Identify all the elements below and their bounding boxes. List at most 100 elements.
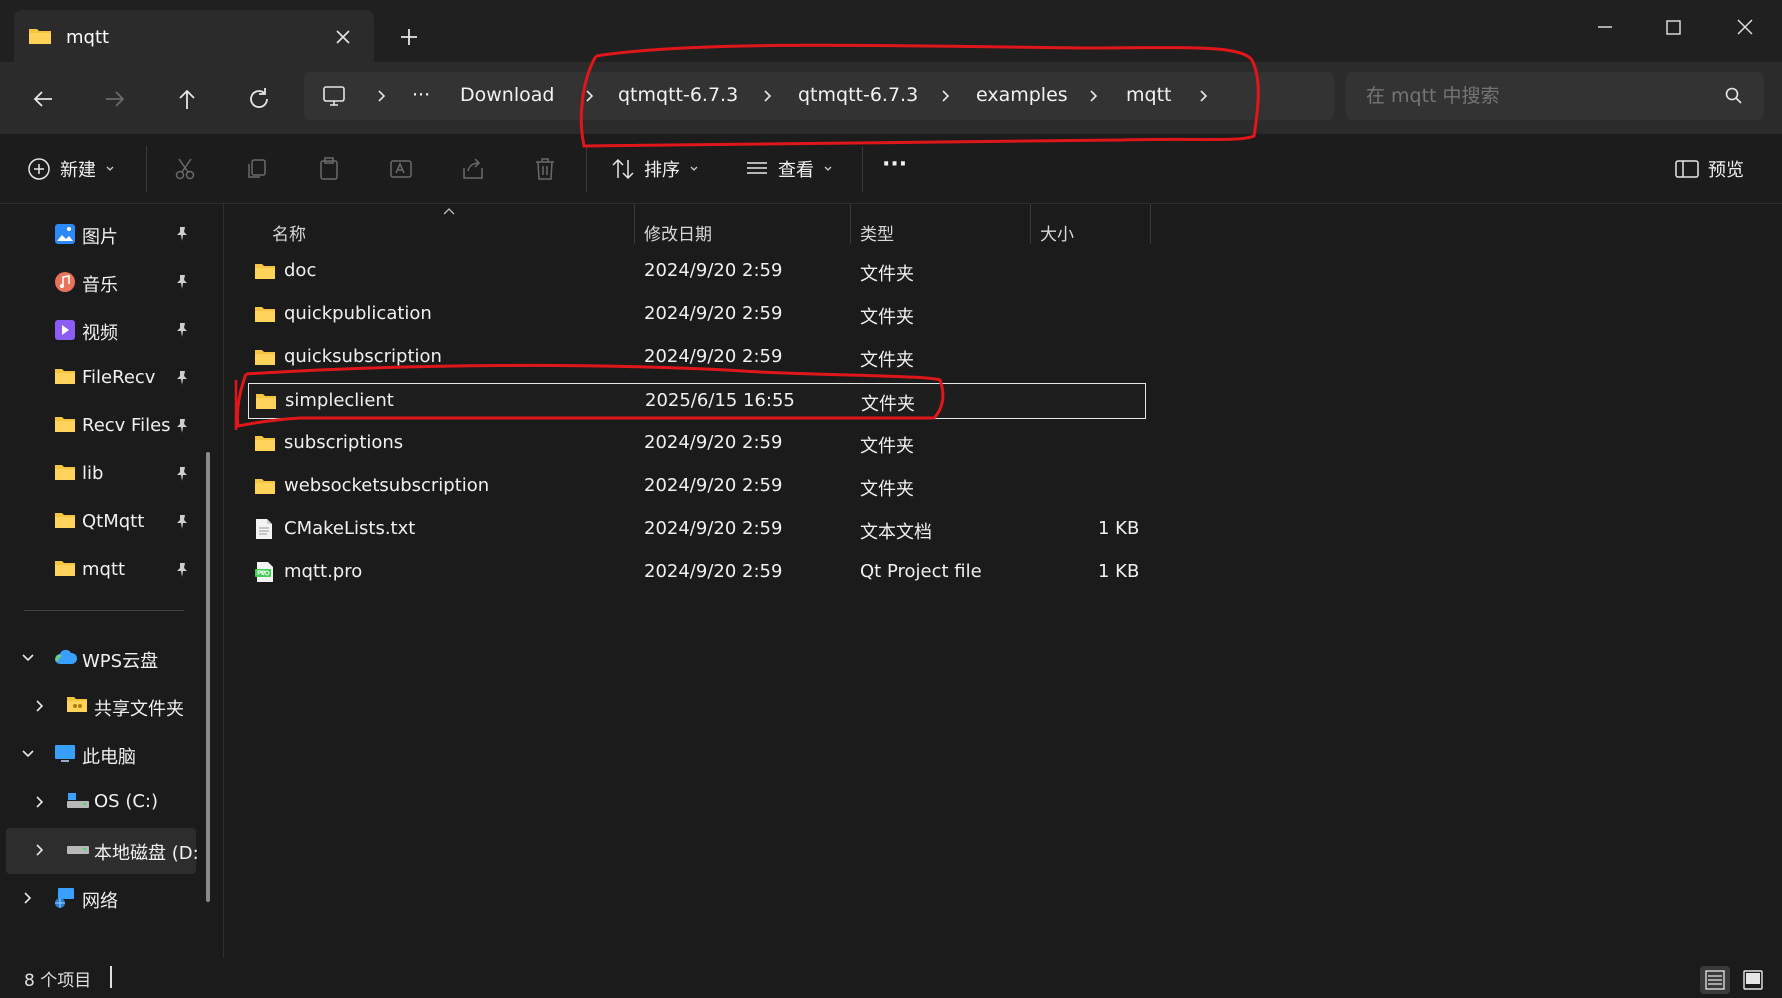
file-size: 1 KB xyxy=(1098,518,1140,539)
sidebar-item-qtmqtt[interactable]: QtMqtt xyxy=(6,500,196,544)
address-bar[interactable]: ··· Download qtmqtt-6.7.3 qtmqtt-6.7.3 e… xyxy=(304,72,1334,120)
preview-label: 预览 xyxy=(1708,160,1744,181)
search-input[interactable] xyxy=(1366,82,1706,110)
column-header-type[interactable]: 类型 xyxy=(860,212,894,250)
sidebar-item-recv-files[interactable]: Recv Files xyxy=(6,404,196,448)
maximize-icon[interactable] xyxy=(1658,12,1688,42)
sort-label: 排序 xyxy=(644,160,680,181)
sidebar-item-videos[interactable]: 视频 xyxy=(6,308,196,352)
sidebar-item-shared-folder[interactable]: 共享文件夹 xyxy=(6,684,196,728)
folder-icon xyxy=(254,348,276,366)
breadcrumb-mqtt[interactable]: mqtt xyxy=(1126,84,1171,106)
forward-icon[interactable] xyxy=(100,84,130,114)
sidebar-item-music[interactable]: 音乐 xyxy=(6,260,196,304)
sidebar-item-filerecv[interactable]: FileRecv xyxy=(6,356,196,400)
sidebar-item-network[interactable]: 网络 xyxy=(6,876,196,920)
sidebar-label: 音乐 xyxy=(82,275,118,296)
sidebar-item-mqtt[interactable]: mqtt xyxy=(6,548,196,592)
view-button[interactable]: 查看 xyxy=(744,156,834,182)
new-tab-button[interactable] xyxy=(396,24,422,50)
rename-icon[interactable] xyxy=(388,156,414,182)
search-box[interactable] xyxy=(1346,72,1764,120)
table-row[interactable]: quickpublication 2024/9/20 2:59 文件夹 xyxy=(248,297,1146,333)
more-options-button[interactable]: ··· xyxy=(882,152,907,177)
sidebar-label: mqtt xyxy=(82,559,126,580)
share-icon[interactable] xyxy=(460,156,486,182)
refresh-icon[interactable] xyxy=(244,84,274,114)
view-label: 查看 xyxy=(778,160,814,181)
sidebar-item-wps-cloud[interactable]: WPS云盘 xyxy=(6,636,196,680)
chevron-right-icon[interactable] xyxy=(32,794,48,810)
table-row[interactable]: doc 2024/9/20 2:59 文件夹 xyxy=(248,254,1146,290)
drive-icon xyxy=(66,843,90,857)
window-close-icon[interactable] xyxy=(1730,12,1760,42)
text-file-icon xyxy=(254,518,274,540)
breadcrumb-download[interactable]: Download xyxy=(460,84,554,106)
tab-mqtt[interactable]: mqtt xyxy=(14,10,374,62)
chevron-right-icon[interactable] xyxy=(32,842,48,858)
breadcrumb-qtmqtt-1[interactable]: qtmqtt-6.7.3 xyxy=(618,84,738,106)
sidebar-item-this-pc[interactable]: 此电脑 xyxy=(6,732,196,776)
column-divider[interactable] xyxy=(1030,204,1031,244)
table-row[interactable]: subscriptions 2024/9/20 2:59 文件夹 xyxy=(248,426,1146,462)
file-type: 文本文档 xyxy=(860,522,932,543)
table-row[interactable]: CMakeLists.txt 2024/9/20 2:59 文本文档 1 KB xyxy=(248,512,1146,548)
file-name: subscriptions xyxy=(284,432,404,453)
column-divider[interactable] xyxy=(1150,204,1151,244)
delete-icon[interactable] xyxy=(532,156,558,182)
chevron-right-icon xyxy=(1196,88,1212,104)
large-icons-view-icon[interactable] xyxy=(1738,966,1768,994)
title-bar: mqtt xyxy=(0,0,1782,62)
new-button[interactable]: 新建 xyxy=(26,156,116,182)
file-name: quicksubscription xyxy=(284,346,442,367)
folder-icon xyxy=(54,511,76,529)
sidebar-label: 此电脑 xyxy=(82,747,136,768)
chevron-down-icon[interactable] xyxy=(20,650,36,666)
sort-button[interactable]: 排序 xyxy=(610,156,700,182)
back-icon[interactable] xyxy=(28,84,58,114)
up-icon[interactable] xyxy=(172,84,202,114)
copy-icon[interactable] xyxy=(244,156,270,182)
command-bar: 新建 排序 查看 ··· 预览 xyxy=(0,134,1782,204)
column-divider[interactable] xyxy=(634,204,635,244)
column-header-size[interactable]: 大小 xyxy=(1040,212,1074,250)
sidebar-item-pictures[interactable]: 图片 xyxy=(6,212,196,256)
column-header-name[interactable]: 名称 xyxy=(272,212,306,250)
table-row[interactable]: mqtt.pro 2024/9/20 2:59 Qt Project file … xyxy=(248,555,1146,591)
sidebar-item-lib[interactable]: lib xyxy=(6,452,196,496)
chevron-down-icon[interactable] xyxy=(20,746,36,762)
breadcrumb-examples[interactable]: examples xyxy=(976,84,1068,106)
file-name: CMakeLists.txt xyxy=(284,518,416,539)
chevron-right-icon[interactable] xyxy=(20,890,36,906)
breadcrumb-qtmqtt-2[interactable]: qtmqtt-6.7.3 xyxy=(798,84,918,106)
column-header-modified[interactable]: 修改日期 xyxy=(644,212,712,250)
folder-icon xyxy=(254,434,276,452)
minimize-icon[interactable] xyxy=(1590,12,1620,42)
status-bar: 8 个项目 xyxy=(0,958,1782,998)
sidebar-label: FileRecv xyxy=(82,367,156,388)
column-divider[interactable] xyxy=(850,204,851,244)
table-row[interactable]: websocketsubscription 2024/9/20 2:59 文件夹 xyxy=(248,469,1146,505)
new-label: 新建 xyxy=(60,160,96,181)
paste-icon[interactable] xyxy=(316,156,342,182)
file-type: 文件夹 xyxy=(861,394,915,415)
sidebar-item-os-c[interactable]: OS (C:) xyxy=(6,780,196,824)
sidebar-label: 共享文件夹 xyxy=(94,699,184,720)
preview-button[interactable]: 预览 xyxy=(1674,156,1744,182)
breadcrumb-overflow[interactable]: ··· xyxy=(412,84,430,106)
os-drive-icon xyxy=(66,791,90,811)
videos-icon xyxy=(54,319,76,341)
cloud-icon xyxy=(54,647,78,667)
file-name: doc xyxy=(284,260,317,281)
sidebar-divider xyxy=(24,610,184,611)
pin-icon xyxy=(174,514,190,530)
search-icon[interactable] xyxy=(1724,86,1744,106)
tab-close-icon[interactable] xyxy=(332,26,354,48)
table-row-selected[interactable]: simpleclient 2025/6/15 16:55 文件夹 xyxy=(248,383,1146,419)
cut-icon[interactable] xyxy=(172,156,198,182)
details-view-icon[interactable] xyxy=(1700,966,1730,994)
sidebar-item-local-disk-d[interactable]: 本地磁盘 (D: xyxy=(6,828,199,872)
table-row[interactable]: quicksubscription 2024/9/20 2:59 文件夹 xyxy=(248,340,1146,376)
sidebar-scrollbar[interactable] xyxy=(206,452,210,902)
chevron-right-icon[interactable] xyxy=(32,698,48,714)
